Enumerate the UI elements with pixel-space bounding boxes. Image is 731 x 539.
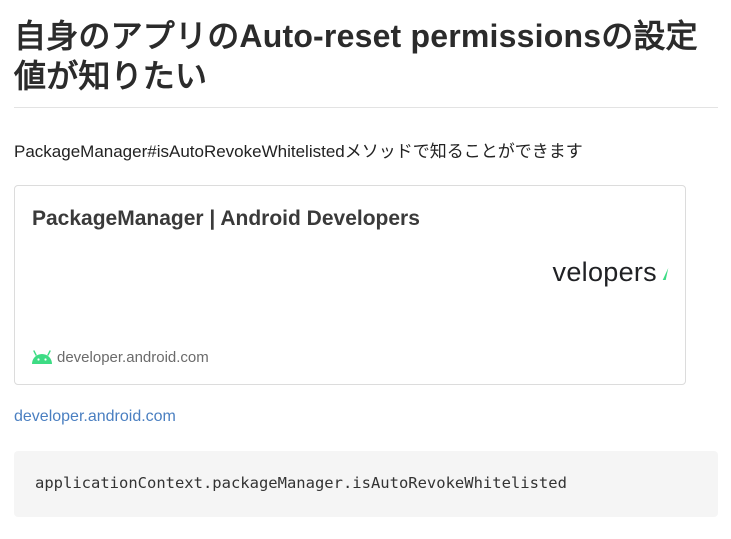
article-title: 自身のアプリのAuto-reset permissionsの設定値が知りたい (14, 18, 698, 94)
link-card-domain: developer.android.com (57, 348, 209, 366)
code-block: applicationContext.packageManager.isAuto… (14, 451, 718, 517)
body-paragraph: PackageManager#isAutoRevokeWhitelistedメソ… (14, 142, 583, 161)
link-card-title: PackageManager | Android Developers (32, 207, 420, 230)
brand-accent-mark (662, 268, 669, 280)
title-divider (14, 107, 718, 108)
link-card[interactable]: PackageManager | Android Developers velo… (14, 185, 686, 385)
android-icon (32, 350, 52, 364)
source-link[interactable]: developer.android.com (14, 408, 176, 426)
link-card-brand-text: velopers (552, 257, 657, 287)
code-text: applicationContext.packageManager.isAuto… (35, 474, 567, 492)
link-card-footer: developer.android.com (31, 347, 209, 367)
